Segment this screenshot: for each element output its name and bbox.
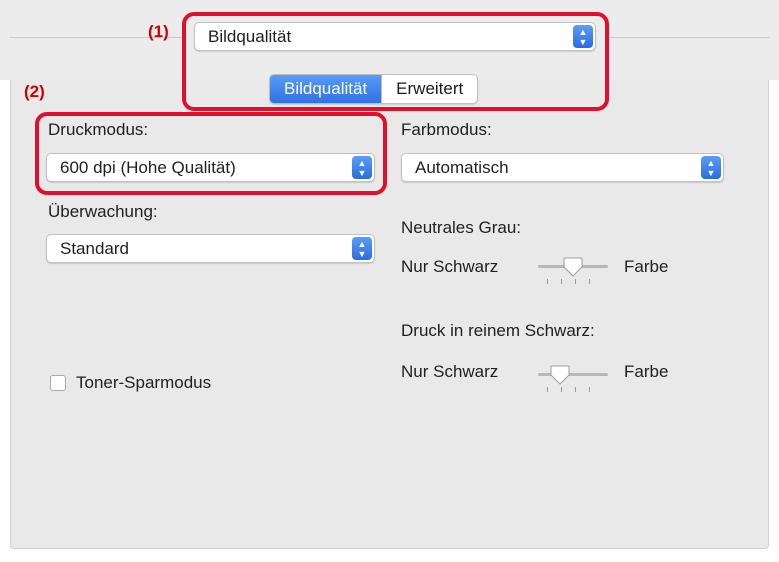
toner-sparmodus-label: Toner-Sparmodus <box>76 373 212 392</box>
up-down-arrows-icon: ▲ ▼ <box>352 237 372 260</box>
druckmodus-label: Druckmodus: <box>48 120 149 139</box>
reinem-schwarz-ticks <box>538 387 608 393</box>
neutrales-grau-label: Neutrales Grau: <box>401 218 521 237</box>
neutrales-grau-right-label: Farbe <box>624 257 669 276</box>
druckmodus-popup[interactable]: 600 dpi (Hohe Qualität) ▲ ▼ <box>46 153 375 182</box>
neutrales-grau-ticks <box>538 279 608 285</box>
panel-selector-popup[interactable]: Bildqualität ▲ ▼ <box>194 22 596 51</box>
tab-segmented-control: Bildqualität Erweitert <box>269 74 479 104</box>
ueberwachung-popup[interactable]: Standard ▲ ▼ <box>46 234 375 263</box>
reinem-schwarz-slider-knob[interactable] <box>549 364 571 386</box>
up-down-arrows-icon: ▲ ▼ <box>573 25 593 48</box>
neutrales-grau-slider-knob[interactable] <box>562 256 584 278</box>
toner-sparmodus-checkbox[interactable] <box>50 375 66 391</box>
ueberwachung-value: Standard <box>60 239 129 258</box>
druckmodus-value: 600 dpi (Hohe Qualität) <box>60 158 236 177</box>
up-down-arrows-icon: ▲ ▼ <box>352 156 372 179</box>
farbmodus-popup[interactable]: Automatisch ▲ ▼ <box>401 153 724 182</box>
callout-marker-1: (1) <box>148 22 169 41</box>
tab-bildqualitaet[interactable]: Bildqualität <box>270 75 382 103</box>
panel-selector-value: Bildqualität <box>208 27 292 46</box>
reinem-schwarz-right-label: Farbe <box>624 362 669 381</box>
reinem-schwarz-left-label: Nur Schwarz <box>401 362 499 381</box>
reinem-schwarz-label: Druck in reinem Schwarz: <box>401 321 595 340</box>
farbmodus-value: Automatisch <box>415 158 509 177</box>
up-down-arrows-icon: ▲ ▼ <box>701 156 721 179</box>
callout-marker-2: (2) <box>24 82 45 101</box>
farbmodus-label: Farbmodus: <box>401 120 492 139</box>
ueberwachung-label: Überwachung: <box>48 202 158 221</box>
tab-erweitert[interactable]: Erweitert <box>381 75 477 103</box>
separator-right <box>610 37 770 38</box>
neutrales-grau-left-label: Nur Schwarz <box>401 257 499 276</box>
